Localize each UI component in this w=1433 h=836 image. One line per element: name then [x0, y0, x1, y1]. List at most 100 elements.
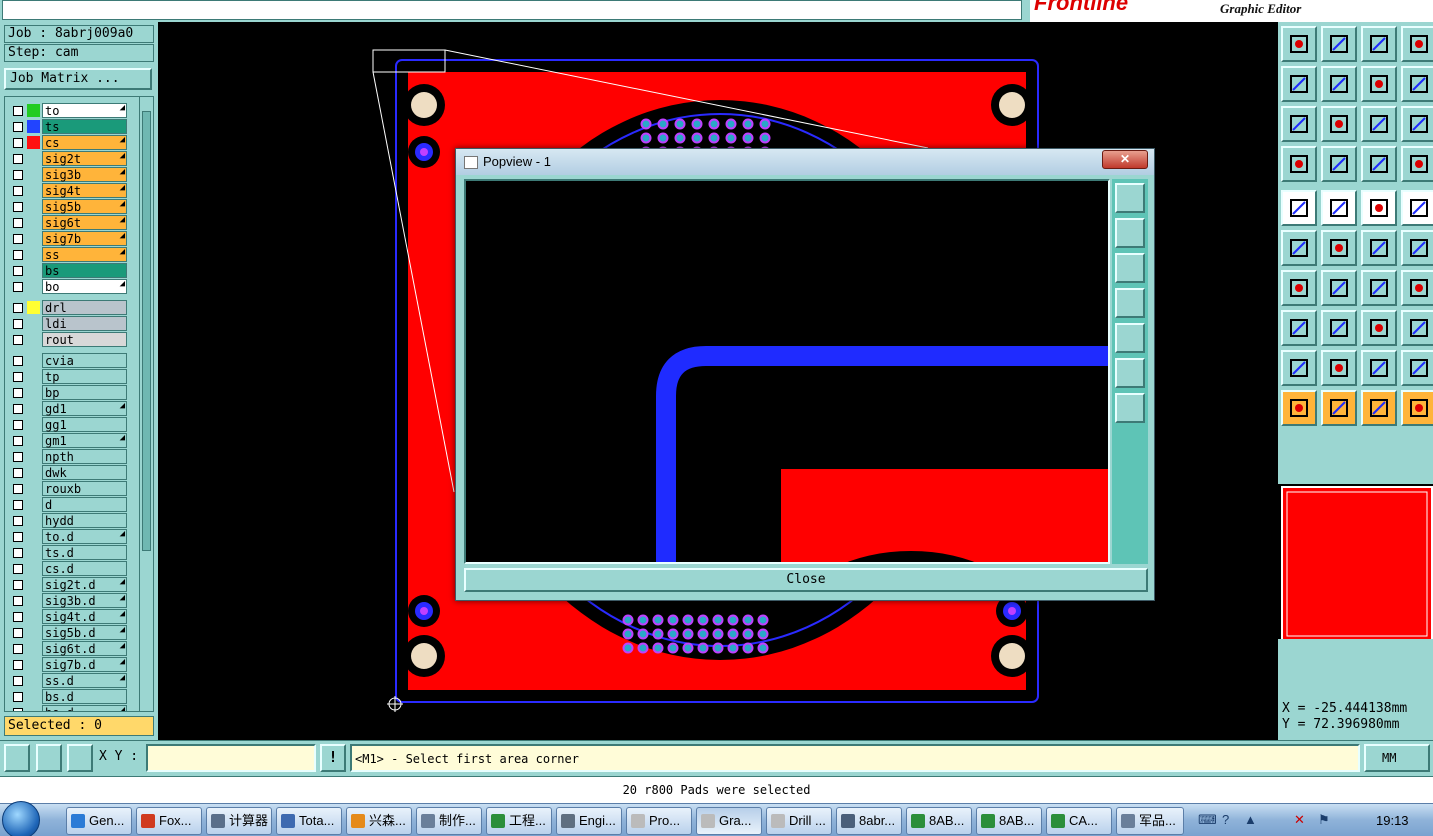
layer-checkbox[interactable] [13, 596, 23, 606]
scrollbar-thumb[interactable] [142, 111, 151, 551]
layer-row[interactable]: sig5b.d ◢ [7, 625, 127, 640]
window-split-icon[interactable] [1401, 26, 1433, 62]
layer-checkbox[interactable] [13, 452, 23, 462]
dot-icon[interactable] [1401, 190, 1433, 226]
pointer-icon[interactable] [1281, 390, 1317, 426]
triangle-4-icon[interactable] [1401, 350, 1433, 386]
taskbar-item[interactable]: Fox... [136, 807, 202, 835]
popview-up-icon[interactable] [1115, 218, 1145, 248]
snap-angle-icon[interactable] [36, 744, 62, 772]
layer-row[interactable]: cs ◢ [7, 135, 127, 150]
layer-checkbox[interactable] [13, 138, 23, 148]
layer-row[interactable]: sig7b ◢ [7, 231, 127, 246]
pan-right-icon[interactable] [1321, 66, 1357, 102]
snap-icon[interactable] [1401, 66, 1433, 102]
overview-map[interactable] [1278, 484, 1433, 642]
layer-checkbox[interactable] [13, 388, 23, 398]
pointer-route-icon[interactable] [1401, 390, 1433, 426]
cut-icon[interactable] [1321, 190, 1357, 226]
start-button[interactable] [2, 801, 40, 836]
layer-checkbox[interactable] [13, 106, 23, 116]
line-break-icon[interactable] [1321, 310, 1357, 346]
snap-grid-icon[interactable] [4, 744, 30, 772]
layer-checkbox[interactable] [13, 218, 23, 228]
taskbar-item[interactable]: Drill ... [766, 807, 832, 835]
layer-row[interactable]: bp [7, 385, 127, 400]
layer-row[interactable]: sig6t.d ◢ [7, 641, 127, 656]
layer-row[interactable]: gm1 ◢ [7, 433, 127, 448]
layer-checkbox[interactable] [13, 234, 23, 244]
layer-row[interactable]: tp [7, 369, 127, 384]
layer-checkbox[interactable] [13, 154, 23, 164]
taskbar-item[interactable]: 兴森... [346, 807, 412, 835]
network-icon[interactable]: ✕ [1294, 812, 1305, 828]
measure-icon[interactable] [1361, 310, 1397, 346]
tray-arrow-icon[interactable]: ▲ [1244, 812, 1257, 827]
triangle-2-icon[interactable] [1321, 350, 1357, 386]
angle-icon[interactable] [1281, 270, 1317, 306]
layer-row[interactable]: dwk [7, 465, 127, 480]
layer-row[interactable]: sig2t.d ◢ [7, 577, 127, 592]
help-icon[interactable]: ? [1222, 812, 1229, 827]
layer-row[interactable]: sig6t ◢ [7, 215, 127, 230]
triangle-3-icon[interactable] [1361, 350, 1397, 386]
popview-zoom-icon[interactable] [1115, 183, 1145, 213]
layer-checkbox[interactable] [13, 708, 23, 711]
group-icon[interactable] [1401, 310, 1433, 346]
xy-input[interactable] [146, 744, 316, 772]
layer-row[interactable]: bo ◢ [7, 279, 127, 294]
layer-row[interactable]: ss ◢ [7, 247, 127, 262]
redraw-icon[interactable] [1361, 66, 1397, 102]
layer-checkbox[interactable] [13, 484, 23, 494]
layers-active-icon[interactable] [1401, 146, 1433, 182]
taskbar-item[interactable]: 8AB... [976, 807, 1042, 835]
layer-row[interactable]: to.d ◢ [7, 529, 127, 544]
flag-icon[interactable]: ⚑ [1318, 812, 1330, 828]
layer-row[interactable]: cvia [7, 353, 127, 368]
arc-icon[interactable] [1361, 270, 1397, 306]
layer-row[interactable]: sig2t ◢ [7, 151, 127, 166]
layer-row[interactable]: npth [7, 449, 127, 464]
layer-row[interactable]: rout [7, 332, 127, 347]
center-icon[interactable] [1321, 106, 1357, 142]
layer-row[interactable]: sig3b.d ◢ [7, 593, 127, 608]
layer-checkbox[interactable] [13, 250, 23, 260]
layer-checkbox[interactable] [13, 319, 23, 329]
move-2-icon[interactable] [1401, 230, 1433, 266]
add-pad-icon[interactable] [1281, 310, 1317, 346]
delete-icon[interactable] [1321, 230, 1357, 266]
layer-checkbox[interactable] [13, 516, 23, 526]
clock[interactable]: 19:13 [1376, 813, 1409, 828]
layer-checkbox[interactable] [13, 335, 23, 345]
taskbar-item[interactable]: Gra... [696, 807, 762, 835]
popview-canvas[interactable] [464, 179, 1110, 564]
pan-left-icon[interactable] [1281, 66, 1317, 102]
layer-checkbox[interactable] [13, 170, 23, 180]
move-icon[interactable] [1361, 230, 1397, 266]
layer-list-scrollbar[interactable] [139, 97, 153, 711]
layer-row[interactable]: hydd [7, 513, 127, 528]
layer-checkbox[interactable] [13, 500, 23, 510]
popview-left-icon[interactable] [1115, 288, 1145, 318]
layer-row[interactable]: to ◢ [7, 103, 127, 118]
one-to-one-icon[interactable] [1361, 106, 1397, 142]
layer-checkbox[interactable] [13, 580, 23, 590]
step-selector[interactable] [2, 0, 1022, 20]
layer-row[interactable]: ts.d [7, 545, 127, 560]
ruler-icon[interactable] [1361, 190, 1397, 226]
layer-row[interactable]: sig5b ◢ [7, 199, 127, 214]
pointer-edit-icon[interactable] [1361, 390, 1397, 426]
taskbar-item[interactable]: Engi... [556, 807, 622, 835]
help-icon[interactable] [1401, 106, 1433, 142]
select-feature-icon[interactable] [1281, 190, 1317, 226]
layer-checkbox[interactable] [13, 122, 23, 132]
taskbar-item[interactable]: 制作... [416, 807, 482, 835]
pad-icon[interactable] [1321, 146, 1357, 182]
layer-row[interactable]: sig4t.d ◢ [7, 609, 127, 624]
text-icon[interactable] [1401, 270, 1433, 306]
keyboard-icon[interactable]: ⌨ [1198, 812, 1217, 828]
layer-checkbox[interactable] [13, 548, 23, 558]
taskbar-item[interactable]: 军品... [1116, 807, 1184, 835]
layer-row[interactable]: bs.d [7, 689, 127, 704]
layer-row[interactable]: gd1 ◢ [7, 401, 127, 416]
